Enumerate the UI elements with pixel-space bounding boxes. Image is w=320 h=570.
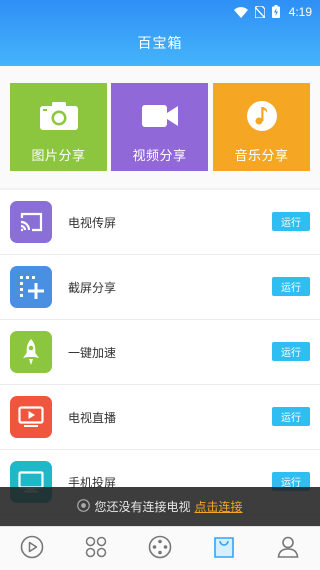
list-item-label: 一键加速 [68,346,117,360]
list-item-label: 截屏分享 [68,281,117,295]
list-item-tv-live[interactable]: 电视直播 运行 [0,385,320,450]
bottom-nav [0,526,320,570]
list-item-label: 电视传屏 [68,216,117,230]
tile-label: 视频分享 [132,149,187,164]
tv-disconnected-icon [77,498,91,515]
list-item-one-key-boost[interactable]: 一键加速 运行 [0,320,320,385]
toast-message: 您还没有连接电视 [94,500,191,514]
header-bar: 4:19 百宝箱 [0,0,320,66]
status-bar: 4:19 [233,3,312,22]
nav-item-apps[interactable] [64,527,128,570]
music-note-icon [246,100,278,132]
film-reel-icon [148,535,172,563]
battery-icon [271,3,280,22]
run-button[interactable]: 运行 [272,277,310,296]
nav-item-video[interactable] [128,527,192,570]
tool-list: 电视传屏 运行 截屏分享 运行 一键加速 运行 电视直播 运行 手机投屏 运行 [0,190,320,526]
play-icon [20,535,44,563]
run-button[interactable]: 运行 [272,212,310,231]
status-time: 4:19 [288,5,312,19]
connect-link[interactable]: 点击连接 [195,498,243,515]
app-screen: 4:19 百宝箱 图片分享 视频分享 音乐分享 电视传屏 运行 截屏分享 运行 … [0,0,320,570]
screenshot-add-icon [10,266,52,308]
tv-play-icon [10,396,52,438]
camera-icon [39,100,79,132]
tile-photo-share[interactable]: 图片分享 [10,83,107,171]
cast-icon [10,201,52,243]
nav-item-profile[interactable] [256,527,320,570]
run-button[interactable]: 运行 [272,342,310,361]
rocket-icon [10,331,52,373]
wifi-icon [233,3,248,22]
feature-tiles: 图片分享 视频分享 音乐分享 [0,66,320,188]
run-button[interactable]: 运行 [272,407,310,426]
toolbox-bag-icon [212,535,236,563]
connection-toast: 您还没有连接电视 点击连接 [0,487,320,526]
page-title: 百宝箱 [137,36,183,52]
apps-grid-icon [84,535,108,563]
tile-music-share[interactable]: 音乐分享 [213,83,310,171]
list-item-tv-cast[interactable]: 电视传屏 运行 [0,190,320,255]
user-icon [276,535,300,563]
list-item-screenshot-share[interactable]: 截屏分享 运行 [0,255,320,320]
list-item-label: 电视直播 [68,411,117,425]
nav-item-toolbox[interactable] [192,527,256,570]
tile-video-share[interactable]: 视频分享 [111,83,208,171]
tile-label: 音乐分享 [234,149,289,164]
no-sim-icon [253,3,266,22]
nav-item-play[interactable] [0,527,64,570]
video-camera-icon [141,100,179,132]
tile-label: 图片分享 [31,149,86,164]
